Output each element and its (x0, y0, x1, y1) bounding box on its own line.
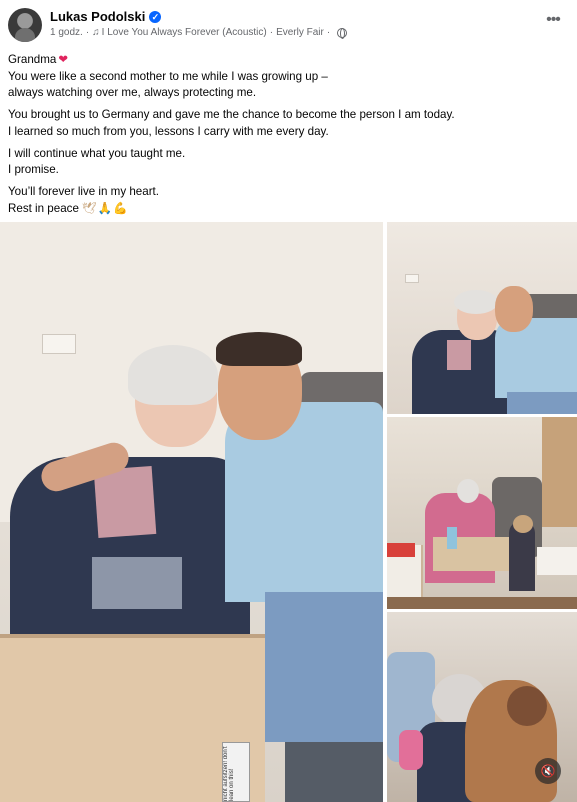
table (433, 537, 513, 571)
song-artist[interactable]: Everly Fair (276, 27, 324, 38)
avatar[interactable] (8, 8, 42, 42)
meta-separator-3: · (326, 27, 331, 38)
meta-separator-2: · (269, 27, 274, 38)
shoes (285, 742, 383, 802)
sweater-pattern-pink (447, 340, 471, 370)
floor (387, 597, 577, 609)
jeans (507, 392, 577, 414)
mute-icon: 🔇 (540, 764, 556, 778)
song-title[interactable]: I Love You Always Forever (Acoustic) (102, 27, 267, 38)
post-meta: 1 godz. · ♫ I Love You Always Forever (A… (50, 27, 348, 39)
text-line: I promise. (8, 163, 59, 176)
pink-item (399, 730, 423, 770)
wall-sockets (42, 334, 76, 354)
verified-badge-icon: ✓ (149, 10, 162, 23)
grandma-head (457, 479, 479, 503)
author-name[interactable]: Lukas Podolski ✓ (50, 9, 162, 24)
music-note-icon: ♫ (92, 27, 100, 38)
text-line: Rest in peace 🕊🙏💪 (8, 201, 568, 218)
photo-thumbnail-1[interactable] (387, 222, 577, 414)
meta-separator: · (85, 27, 90, 38)
emoji-group-icon: 🕊🙏💪 (81, 201, 129, 215)
sweater-pattern-grey (92, 557, 182, 609)
man-face (495, 286, 533, 332)
child-head (513, 515, 533, 533)
text-line: You were like a second mother to me whil… (8, 69, 328, 83)
photo-thumbnail-2[interactable] (387, 417, 577, 609)
text-line: I learned so much from you, lessons I ca… (8, 124, 329, 138)
text-line: Grandma ❤ (8, 52, 568, 69)
paragraph-3: I will continue what you taught me. I pr… (8, 146, 568, 179)
text-line: I will continue what you taught me. (8, 146, 186, 160)
text-line-content: Rest in peace (8, 201, 79, 215)
mute-button[interactable]: 🔇 (535, 758, 561, 784)
warning-sticker: nicht aufsitzen! don't lean on this! (222, 742, 250, 802)
child-hair-dark (507, 686, 547, 726)
more-options-button[interactable]: ••• (543, 12, 563, 30)
photo-main[interactable]: nicht aufsitzen! don't lean on this! (0, 222, 383, 802)
paragraph-2: You brought us to Germany and gave me th… (8, 107, 568, 140)
post-time[interactable]: 1 godz. (50, 27, 83, 38)
globe-icon[interactable] (337, 27, 348, 39)
wall-sockets (405, 274, 419, 283)
heart-icon: ❤ (58, 53, 69, 66)
text-line: You brought us to Germany and gave me th… (8, 108, 455, 121)
bottle (447, 527, 457, 549)
cabinet (542, 417, 577, 527)
pillow (537, 547, 577, 575)
paragraph-1: Grandma ❤ You were like a second mother t… (8, 52, 568, 102)
grandma-hair (128, 345, 218, 405)
text-line-content: Grandma (8, 53, 57, 66)
man-hair (216, 332, 302, 366)
text-line: always watching over me, always protecti… (8, 86, 257, 99)
post-header: Lukas Podolski ✓ 1 godz. · ♫ I Love You … (0, 0, 577, 48)
red-box (387, 543, 415, 557)
paragraph-4: You’ll forever live in my heart. Rest in… (8, 184, 568, 217)
text-line: You’ll forever live in my heart. (8, 185, 160, 198)
jeans (265, 592, 383, 742)
author-name-text[interactable]: Lukas Podolski (50, 9, 145, 24)
photo-thumbnail-3[interactable]: 🔇 (387, 612, 577, 802)
post-message: Grandma ❤ You were like a second mother t… (8, 52, 568, 223)
grandma-hair (454, 290, 498, 314)
